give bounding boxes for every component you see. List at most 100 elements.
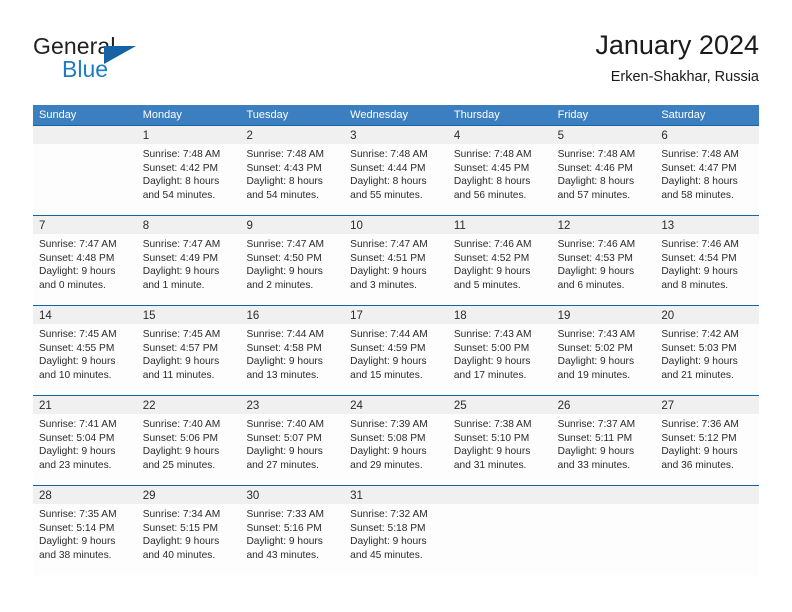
daylight-text-line1: Daylight: 9 hours xyxy=(350,536,427,548)
day-details: Sunrise: 7:48 AM Sunset: 4:46 PM Daylight:… xyxy=(552,144,656,202)
sunrise-text: Sunrise: 7:47 AM xyxy=(350,239,428,250)
day-cell-empty xyxy=(33,126,137,215)
sunrise-text: Sunrise: 7:46 AM xyxy=(661,239,739,250)
day-details: Sunrise: 7:34 AM Sunset: 5:15 PM Daylight:… xyxy=(137,504,241,562)
day-cell[interactable]: 23 Sunrise: 7:40 AM Sunset: 5:07 PM Dayligh… xyxy=(240,396,345,485)
sunset-text: Sunset: 4:55 PM xyxy=(39,342,115,354)
sunrise-text: Sunrise: 7:45 AM xyxy=(39,329,117,340)
sunrise-text: Sunrise: 7:40 AM xyxy=(142,419,221,430)
sunset-text: Sunset: 5:06 PM xyxy=(142,432,219,444)
day-cell[interactable]: 4 Sunrise: 7:48 AM Sunset: 4:45 PM Daylight… xyxy=(447,126,552,215)
day-cell[interactable]: 31 Sunrise: 7:32 AM Sunset: 5:18 PM Dayligh… xyxy=(344,486,448,575)
daylight-text-line2: and 31 minutes. xyxy=(453,459,527,471)
daylight-text-line2: and 58 minutes. xyxy=(661,189,734,201)
daylight-text-line2: and 6 minutes. xyxy=(557,279,625,291)
day-cell[interactable]: 19 Sunrise: 7:43 AM Sunset: 5:02 PM Dayligh… xyxy=(551,306,656,395)
general-blue-logo[interactable]: General Blue xyxy=(33,33,193,89)
day-cell[interactable]: 20 Sunrise: 7:42 AM Sunset: 5:03 PM Dayligh… xyxy=(655,306,760,395)
daylight-text-line1: Daylight: 9 hours xyxy=(453,446,531,458)
sunset-text: Sunset: 4:48 PM xyxy=(39,252,115,264)
sunset-text: Sunset: 4:59 PM xyxy=(350,342,426,354)
day-number: 30 xyxy=(246,490,260,502)
day-number-band: 15 xyxy=(136,306,241,324)
daylight-text-line1: Daylight: 9 hours xyxy=(142,356,220,368)
sunset-text: Sunset: 4:43 PM xyxy=(246,162,322,174)
day-details: Sunrise: 7:46 AM Sunset: 4:54 PM Daylight:… xyxy=(655,234,759,292)
day-details: Sunrise: 7:37 AM Sunset: 5:11 PM Daylight:… xyxy=(552,414,656,472)
sunset-text: Sunset: 5:12 PM xyxy=(661,432,737,444)
day-cell[interactable]: 9 Sunrise: 7:47 AM Sunset: 4:50 PM Daylight… xyxy=(240,216,345,305)
day-number: 5 xyxy=(557,130,564,142)
daylight-text-line1: Daylight: 9 hours xyxy=(39,356,116,368)
sunset-text: Sunset: 5:02 PM xyxy=(557,342,633,354)
page-subtitle: Erken-Shakhar, Russia xyxy=(610,69,759,85)
day-cell[interactable]: 5 Sunrise: 7:48 AM Sunset: 4:46 PM Daylight… xyxy=(551,126,656,215)
day-cell[interactable]: 28 Sunrise: 7:35 AM Sunset: 5:14 PM Dayligh… xyxy=(33,486,137,575)
sunrise-text: Sunrise: 7:39 AM xyxy=(350,419,428,430)
day-cell[interactable]: 16 Sunrise: 7:44 AM Sunset: 4:58 PM Dayligh… xyxy=(240,306,345,395)
daylight-text-line2: and 1 minute. xyxy=(142,279,205,291)
daylight-text-line2: and 10 minutes. xyxy=(39,369,112,381)
day-cell[interactable]: 25 Sunrise: 7:38 AM Sunset: 5:10 PM Dayligh… xyxy=(447,396,552,485)
sunrise-text: Sunrise: 7:48 AM xyxy=(246,149,325,160)
sunset-text: Sunset: 4:53 PM xyxy=(557,252,633,264)
daylight-text-line2: and 43 minutes. xyxy=(246,549,319,561)
day-cell[interactable]: 29 Sunrise: 7:34 AM Sunset: 5:15 PM Dayligh… xyxy=(136,486,241,575)
sunrise-text: Sunrise: 7:44 AM xyxy=(350,329,428,340)
day-number-band: 25 xyxy=(447,396,552,414)
day-details: Sunrise: 7:47 AM Sunset: 4:49 PM Daylight:… xyxy=(137,234,241,292)
day-cell[interactable]: 11 Sunrise: 7:46 AM Sunset: 4:52 PM Dayligh… xyxy=(447,216,552,305)
day-cell[interactable]: 10 Sunrise: 7:47 AM Sunset: 4:51 PM Dayligh… xyxy=(344,216,448,305)
day-cell[interactable]: 26 Sunrise: 7:37 AM Sunset: 5:11 PM Dayligh… xyxy=(551,396,656,485)
week-row: 14 Sunrise: 7:45 AM Sunset: 4:55 PM Dayligh… xyxy=(33,305,760,395)
daylight-text-line1: Daylight: 9 hours xyxy=(246,266,323,278)
day-number-band: 23 xyxy=(240,396,345,414)
sunrise-text: Sunrise: 7:41 AM xyxy=(39,419,117,430)
day-cell[interactable]: 17 Sunrise: 7:44 AM Sunset: 4:59 PM Dayligh… xyxy=(344,306,448,395)
day-cell[interactable]: 7 Sunrise: 7:47 AM Sunset: 4:48 PM Daylight… xyxy=(33,216,137,305)
day-cell[interactable]: 1 Sunrise: 7:48 AM Sunset: 4:42 PM Daylight… xyxy=(136,126,241,215)
day-number: 21 xyxy=(39,400,52,412)
daylight-text-line1: Daylight: 8 hours xyxy=(453,176,531,188)
day-cell[interactable]: 13 Sunrise: 7:46 AM Sunset: 4:54 PM Dayligh… xyxy=(655,216,760,305)
day-number-band: 5 xyxy=(551,126,656,144)
day-cell[interactable]: 2 Sunrise: 7:48 AM Sunset: 4:43 PM Daylight… xyxy=(240,126,345,215)
day-cell[interactable]: 6 Sunrise: 7:48 AM Sunset: 4:47 PM Daylight… xyxy=(655,126,760,215)
sunset-text: Sunset: 4:47 PM xyxy=(661,162,737,174)
day-details: Sunrise: 7:46 AM Sunset: 4:52 PM Daylight:… xyxy=(448,234,552,292)
day-number: 3 xyxy=(350,130,357,142)
day-cell[interactable]: 8 Sunrise: 7:47 AM Sunset: 4:49 PM Daylight… xyxy=(136,216,241,305)
day-cell[interactable]: 21 Sunrise: 7:41 AM Sunset: 5:04 PM Dayligh… xyxy=(33,396,137,485)
daylight-text-line2: and 0 minutes. xyxy=(39,279,106,291)
day-number-band xyxy=(551,486,656,504)
day-number: 19 xyxy=(557,310,571,322)
day-cell[interactable]: 18 Sunrise: 7:43 AM Sunset: 5:00 PM Dayligh… xyxy=(447,306,552,395)
day-number-band: 29 xyxy=(136,486,241,504)
day-details: Sunrise: 7:47 AM Sunset: 4:48 PM Daylight:… xyxy=(33,234,137,292)
day-number: 29 xyxy=(142,490,156,502)
day-number-band: 28 xyxy=(33,486,137,504)
daylight-text-line1: Daylight: 9 hours xyxy=(246,446,323,458)
day-cell[interactable]: 27 Sunrise: 7:36 AM Sunset: 5:12 PM Dayligh… xyxy=(655,396,760,485)
day-details: Sunrise: 7:48 AM Sunset: 4:47 PM Daylight:… xyxy=(655,144,759,202)
day-details: Sunrise: 7:36 AM Sunset: 5:12 PM Daylight:… xyxy=(655,414,759,472)
day-cell[interactable]: 14 Sunrise: 7:45 AM Sunset: 4:55 PM Dayligh… xyxy=(33,306,137,395)
daylight-text-line2: and 27 minutes. xyxy=(246,459,319,471)
day-cell[interactable]: 12 Sunrise: 7:46 AM Sunset: 4:53 PM Dayligh… xyxy=(551,216,656,305)
daylight-text-line2: and 11 minutes. xyxy=(142,369,215,381)
sunrise-text: Sunrise: 7:46 AM xyxy=(557,239,636,250)
page-title: January 2024 xyxy=(595,30,759,60)
daylight-text-line2: and 23 minutes. xyxy=(39,459,112,471)
sunset-text: Sunset: 5:04 PM xyxy=(39,432,115,444)
day-cell[interactable]: 15 Sunrise: 7:45 AM Sunset: 4:57 PM Dayligh… xyxy=(136,306,241,395)
day-cell[interactable]: 3 Sunrise: 7:48 AM Sunset: 4:44 PM Daylight… xyxy=(344,126,448,215)
day-cell[interactable]: 30 Sunrise: 7:33 AM Sunset: 5:16 PM Dayligh… xyxy=(240,486,345,575)
day-number-band: 14 xyxy=(33,306,137,324)
day-number-band: 30 xyxy=(240,486,345,504)
daylight-text-line2: and 2 minutes. xyxy=(246,279,314,291)
day-cell[interactable]: 24 Sunrise: 7:39 AM Sunset: 5:08 PM Dayligh… xyxy=(344,396,448,485)
daylight-text-line2: and 36 minutes. xyxy=(661,459,734,471)
daylight-text-line2: and 45 minutes. xyxy=(350,549,423,561)
day-details: Sunrise: 7:40 AM Sunset: 5:06 PM Daylight:… xyxy=(137,414,241,472)
day-cell[interactable]: 22 Sunrise: 7:40 AM Sunset: 5:06 PM Dayligh… xyxy=(136,396,241,485)
